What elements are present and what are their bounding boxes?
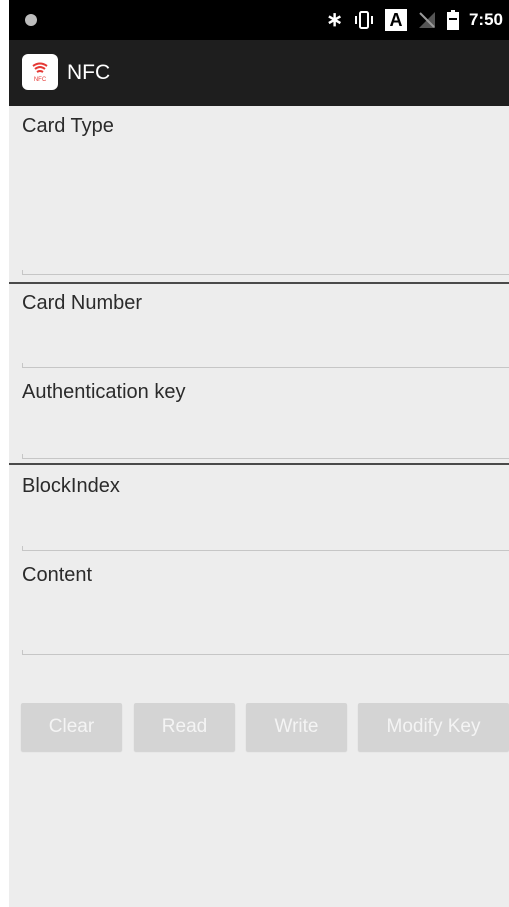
status-time: 7:50 xyxy=(468,10,503,29)
content-underline xyxy=(22,650,509,655)
app-title: NFC xyxy=(67,61,111,84)
svg-text:NFC: NFC xyxy=(34,77,47,83)
authentication-key-label: Authentication key xyxy=(22,381,186,403)
status-icons: ∗ A 7:50 xyxy=(326,8,503,32)
battery-icon xyxy=(446,10,459,30)
card-type-label: Card Type xyxy=(22,115,114,137)
block-index-field[interactable]: BlockIndex xyxy=(22,473,509,553)
modify-key-button[interactable]: Modify Key xyxy=(358,703,509,751)
app-bar: NFC NFC xyxy=(9,40,509,106)
status-bar: ∗ A 7:50 xyxy=(9,0,509,40)
left-margin xyxy=(0,0,9,907)
section-divider xyxy=(9,282,509,284)
vibrate-icon xyxy=(353,10,375,30)
clear-button[interactable]: Clear xyxy=(21,703,122,751)
a-indicator-icon: A xyxy=(384,9,407,31)
card-number-label: Card Number xyxy=(22,292,143,314)
section-divider xyxy=(9,463,509,465)
block-index-underline xyxy=(22,546,509,551)
content-label: Content xyxy=(22,564,93,586)
no-signal-icon xyxy=(417,10,437,30)
block-index-label: BlockIndex xyxy=(22,475,120,497)
app-screen: ∗ A 7:50 NFC NFC Card Type Card Number A… xyxy=(9,0,509,907)
card-type-underline xyxy=(22,270,509,275)
authentication-key-underline xyxy=(22,454,509,459)
nfc-app-icon: NFC xyxy=(22,54,58,90)
action-button-row: Clear Read Write Modify Key xyxy=(21,703,509,751)
content-field[interactable]: Content xyxy=(22,562,509,658)
write-button[interactable]: Write xyxy=(246,703,347,751)
card-number-field[interactable]: Card Number xyxy=(22,290,509,370)
read-button[interactable]: Read xyxy=(134,703,235,751)
notification-dot-icon xyxy=(25,14,37,26)
card-number-underline xyxy=(22,363,509,368)
authentication-key-field[interactable]: Authentication key xyxy=(22,379,509,461)
bluetooth-icon: ∗ xyxy=(326,9,343,31)
card-type-field[interactable]: Card Type xyxy=(22,113,509,278)
